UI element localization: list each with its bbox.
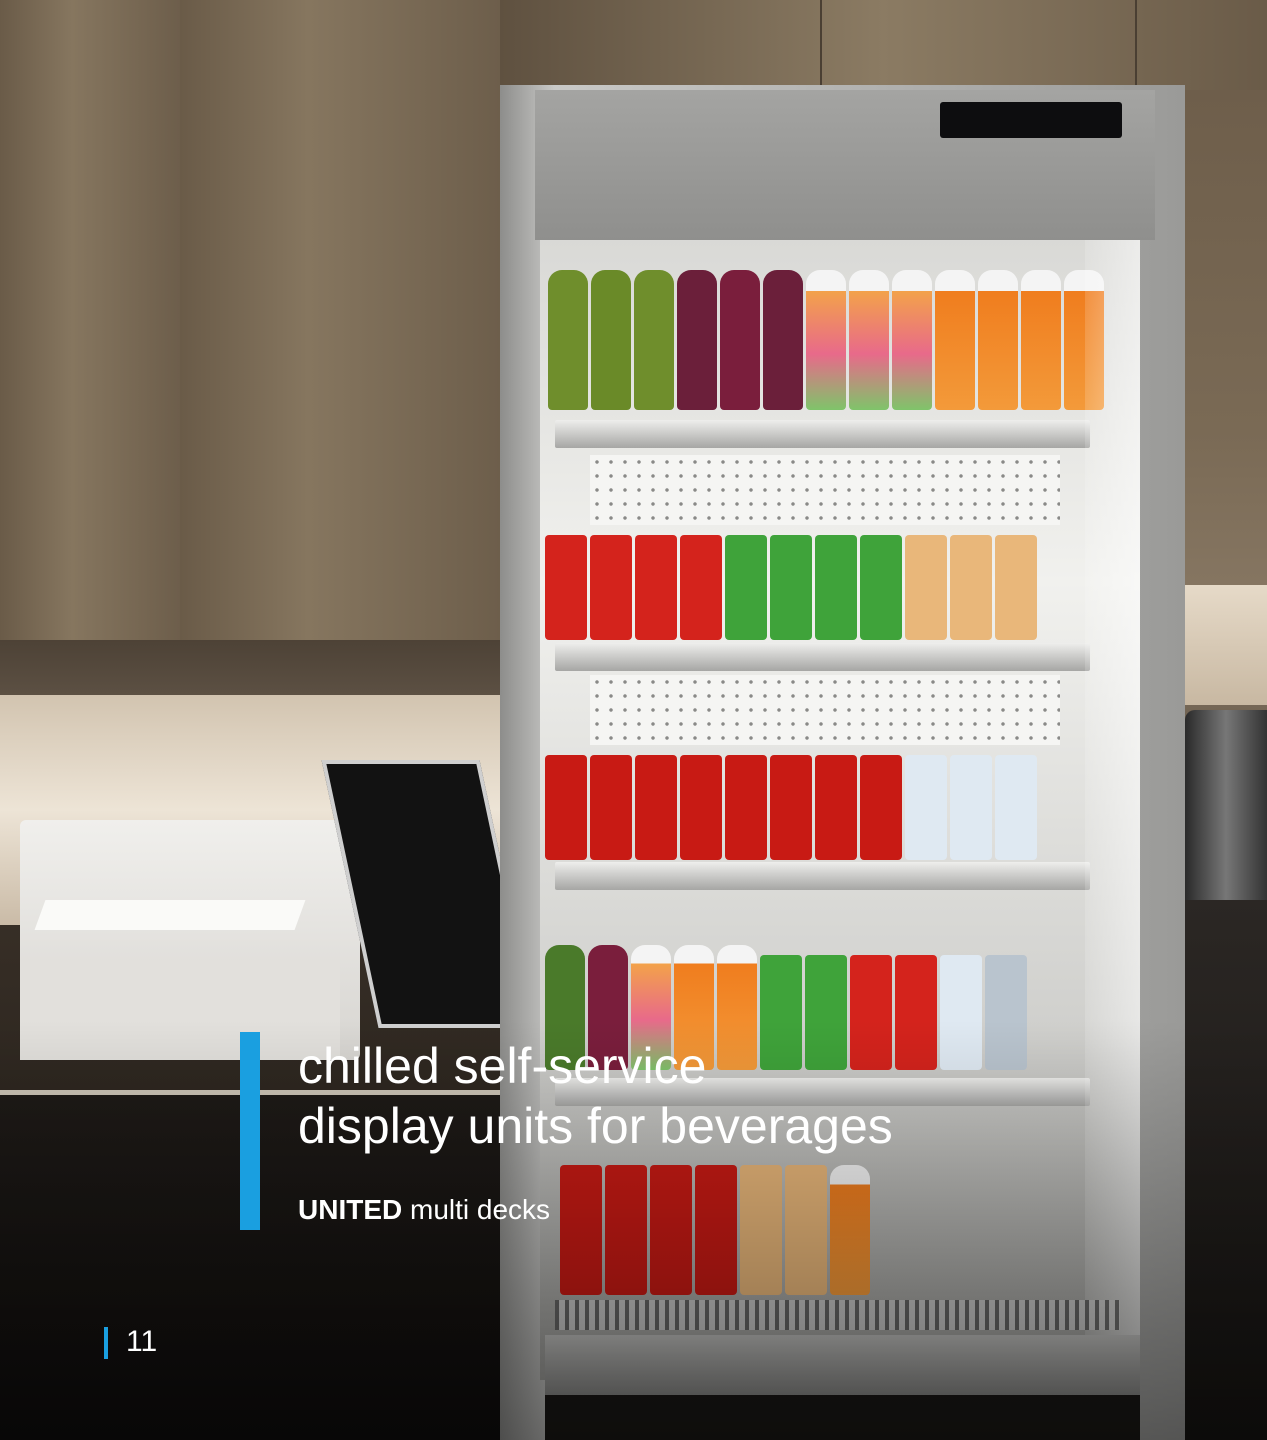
shelf-row-2 xyxy=(545,535,1037,640)
cabinet-divider xyxy=(1135,0,1137,90)
shelf-1 xyxy=(555,420,1090,448)
can xyxy=(590,755,632,860)
can xyxy=(680,755,722,860)
bottle xyxy=(634,270,674,410)
wall-cabinet-top xyxy=(500,0,1267,90)
shelf-row-3 xyxy=(545,755,1037,860)
product-line: UNITED multi decks xyxy=(298,1193,550,1227)
bottle xyxy=(806,270,846,410)
wall-cabinet-left xyxy=(0,0,182,650)
temperature-display xyxy=(940,102,1122,138)
can xyxy=(770,755,812,860)
can xyxy=(815,535,857,640)
shelf-2 xyxy=(555,643,1090,671)
can xyxy=(950,535,992,640)
headline-line-1: chilled self-service xyxy=(298,1038,707,1094)
bottle xyxy=(591,270,631,410)
can xyxy=(860,535,902,640)
bottle xyxy=(763,270,803,410)
can xyxy=(725,535,767,640)
accent-bar xyxy=(240,1032,260,1230)
can xyxy=(545,755,587,860)
bottle xyxy=(978,270,1018,410)
lit-back-wall-right xyxy=(1180,585,1267,705)
bottle xyxy=(548,270,588,410)
can xyxy=(950,755,992,860)
bottle xyxy=(1021,270,1061,410)
headline-line-2: display units for beverages xyxy=(298,1098,893,1154)
can xyxy=(860,755,902,860)
shelf-3 xyxy=(555,862,1090,890)
page-number-marker xyxy=(104,1327,108,1359)
can xyxy=(995,755,1037,860)
bottle xyxy=(892,270,932,410)
brochure-page: chilled self-service display units for b… xyxy=(0,0,1267,1440)
cabinet-divider xyxy=(820,0,822,90)
bottle xyxy=(677,270,717,410)
shelf-row-1 xyxy=(548,270,1104,410)
cabinet-bottom-edge xyxy=(0,640,510,695)
can xyxy=(815,755,857,860)
page-number: 11 xyxy=(126,1325,158,1358)
can xyxy=(905,535,947,640)
bottle xyxy=(720,270,760,410)
can xyxy=(545,535,587,640)
can xyxy=(680,535,722,640)
bottle xyxy=(935,270,975,410)
can xyxy=(770,535,812,640)
product-name: multi decks xyxy=(402,1194,551,1225)
can xyxy=(635,755,677,860)
can xyxy=(725,755,767,860)
coffee-pot xyxy=(1185,710,1267,910)
can xyxy=(635,535,677,640)
printer-tray xyxy=(34,900,306,930)
headline: chilled self-service display units for b… xyxy=(298,1036,998,1156)
pegboard xyxy=(590,455,1060,525)
bottle xyxy=(849,270,889,410)
pegboard xyxy=(590,675,1060,745)
brand-name: UNITED xyxy=(298,1194,403,1225)
can xyxy=(905,755,947,860)
can xyxy=(590,535,632,640)
can xyxy=(995,535,1037,640)
wall-cabinet-center xyxy=(180,0,502,650)
